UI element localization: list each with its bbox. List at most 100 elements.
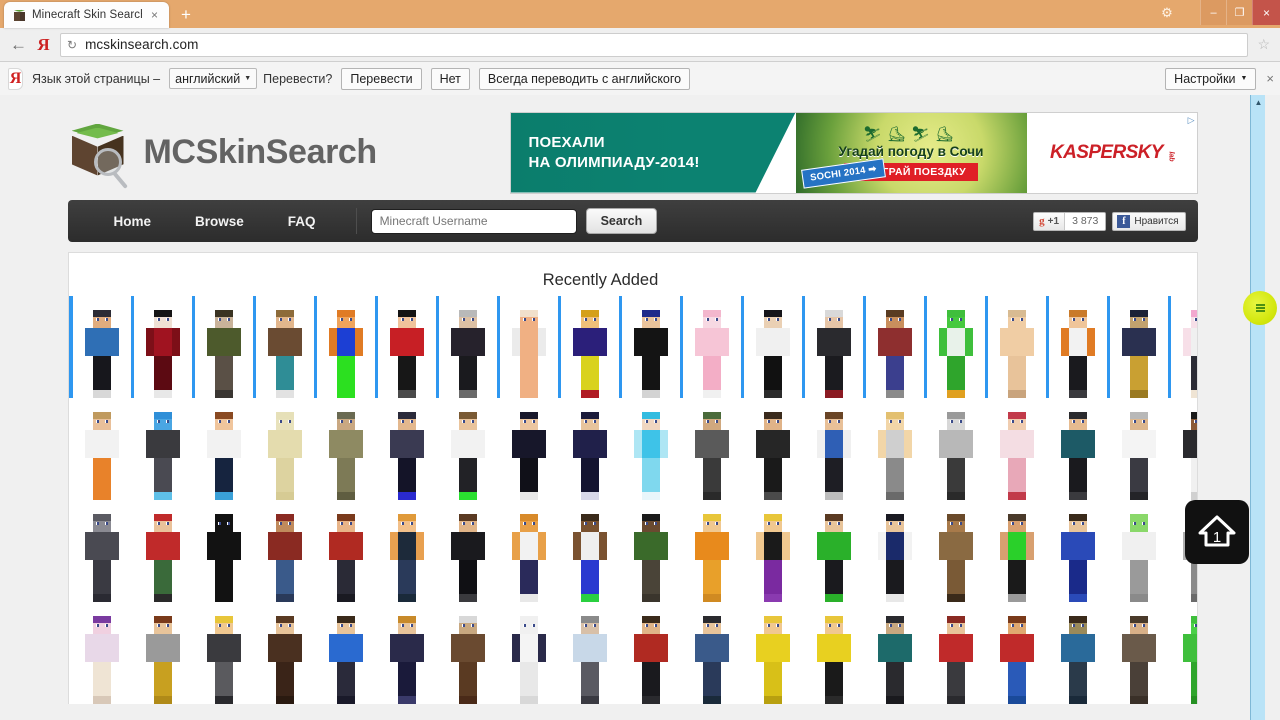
skin-thumbnail[interactable] [988, 296, 1046, 398]
skin-thumbnail[interactable] [317, 602, 375, 704]
skin-thumbnail[interactable] [927, 602, 985, 704]
translate-bar-close-icon[interactable]: × [1266, 71, 1274, 86]
skin-thumbnail[interactable] [805, 398, 863, 500]
skin-thumbnail[interactable] [622, 500, 680, 602]
skin-thumbnail[interactable] [500, 500, 558, 602]
skin-thumbnail[interactable] [134, 500, 192, 602]
skin-thumbnail[interactable] [134, 398, 192, 500]
ad-choices-icon[interactable]: ▷ [1188, 115, 1195, 126]
skin-thumbnail[interactable] [439, 398, 497, 500]
page-scrollbar[interactable]: ▲ [1243, 95, 1277, 720]
skin-thumbnail[interactable] [744, 398, 802, 500]
maximize-button[interactable]: ❐ [1226, 0, 1252, 25]
skin-thumbnail[interactable] [561, 602, 619, 704]
scroll-up-icon[interactable]: ▲ [1251, 95, 1266, 110]
skin-thumbnail[interactable] [988, 500, 1046, 602]
skin-thumbnail[interactable] [1110, 500, 1168, 602]
bookmark-star-icon[interactable]: ☆ [1257, 36, 1272, 53]
skin-thumbnail[interactable] [134, 602, 192, 704]
skin-thumbnail[interactable] [805, 296, 863, 398]
skin-thumbnail[interactable] [500, 602, 558, 704]
skin-thumbnail[interactable] [622, 296, 680, 398]
skin-thumbnail[interactable] [134, 296, 192, 398]
no-button[interactable]: Нет [430, 67, 470, 90]
skin-thumbnail[interactable] [195, 296, 253, 398]
skin-thumbnail[interactable] [744, 500, 802, 602]
url-bar[interactable]: ↻ mcskinsearch.com [60, 32, 1249, 57]
google-plus-one-button[interactable]: g +1 3 873 [1033, 211, 1107, 231]
skin-thumbnail[interactable] [1171, 398, 1197, 500]
skin-thumbnail[interactable] [1171, 602, 1197, 704]
skin-thumbnail[interactable] [927, 296, 985, 398]
skin-thumbnail[interactable] [1049, 602, 1107, 704]
skin-thumbnail[interactable] [500, 398, 558, 500]
skin-thumbnail[interactable] [1171, 296, 1197, 398]
gear-icon[interactable]: ⚙ [1152, 0, 1182, 25]
skin-thumbnail[interactable] [73, 500, 131, 602]
skin-thumbnail[interactable] [805, 500, 863, 602]
skin-thumbnail[interactable] [73, 602, 131, 704]
minimize-button[interactable]: – [1200, 0, 1226, 25]
skin-thumbnail[interactable] [561, 296, 619, 398]
skin-thumbnail[interactable] [1049, 296, 1107, 398]
skin-thumbnail[interactable] [73, 398, 131, 500]
skin-thumbnail[interactable] [622, 602, 680, 704]
skin-thumbnail[interactable] [1049, 500, 1107, 602]
skin-thumbnail[interactable] [744, 602, 802, 704]
skin-thumbnail[interactable] [1110, 296, 1168, 398]
language-select[interactable]: английский ▼ [169, 68, 258, 89]
skin-thumbnail[interactable] [256, 296, 314, 398]
skin-thumbnail[interactable] [561, 398, 619, 500]
skin-thumbnail[interactable] [317, 398, 375, 500]
skin-thumbnail[interactable] [866, 398, 924, 500]
search-button[interactable]: Search [585, 208, 658, 234]
skin-thumbnail[interactable] [317, 296, 375, 398]
skin-thumbnail[interactable] [317, 500, 375, 602]
back-arrow-icon[interactable]: ← [10, 35, 27, 55]
skin-thumbnail[interactable] [683, 602, 741, 704]
skin-thumbnail[interactable] [1049, 398, 1107, 500]
skin-thumbnail[interactable] [683, 398, 741, 500]
reload-icon[interactable]: ↻ [67, 38, 77, 52]
skin-thumbnail[interactable] [988, 398, 1046, 500]
skin-thumbnail[interactable] [439, 500, 497, 602]
skin-thumbnail[interactable] [500, 296, 558, 398]
skin-thumbnail[interactable] [683, 296, 741, 398]
browser-tab-active[interactable]: Minecraft Skin Search × [4, 2, 169, 28]
search-input[interactable] [370, 208, 577, 234]
skin-thumbnail[interactable] [683, 500, 741, 602]
skin-thumbnail[interactable] [378, 500, 436, 602]
skin-thumbnail[interactable] [378, 398, 436, 500]
site-logo[interactable]: MCSkinSearch [68, 122, 508, 189]
skin-thumbnail[interactable] [622, 398, 680, 500]
new-tab-button[interactable]: + [171, 3, 201, 27]
skin-thumbnail[interactable] [1110, 398, 1168, 500]
skin-thumbnail[interactable] [866, 602, 924, 704]
skin-thumbnail[interactable] [195, 398, 253, 500]
skin-thumbnail[interactable] [866, 500, 924, 602]
skin-thumbnail[interactable] [378, 602, 436, 704]
skin-thumbnail[interactable] [805, 602, 863, 704]
yandex-logo-icon[interactable]: Я [36, 35, 51, 55]
skin-thumbnail[interactable] [988, 602, 1046, 704]
skin-thumbnail[interactable] [195, 500, 253, 602]
skin-thumbnail[interactable] [866, 296, 924, 398]
skin-thumbnail[interactable] [927, 500, 985, 602]
back-to-top-button[interactable]: 1 [1185, 500, 1249, 564]
banner-ad[interactable]: ПОЕХАЛИ НА ОЛИМПИАДУ-2014! ⛷⛸⛷⛸ Угадай п… [509, 111, 1198, 194]
always-translate-button[interactable]: Всегда переводить с английского [478, 67, 691, 90]
skin-thumbnail[interactable] [73, 296, 131, 398]
skin-thumbnail[interactable] [378, 296, 436, 398]
skin-thumbnail[interactable] [927, 398, 985, 500]
skin-thumbnail[interactable] [195, 602, 253, 704]
translate-settings-button[interactable]: Настройки ▼ [1165, 67, 1257, 90]
close-icon[interactable]: × [148, 9, 161, 21]
skin-thumbnail[interactable] [561, 500, 619, 602]
nav-browse[interactable]: Browse [173, 214, 266, 229]
nav-faq[interactable]: FAQ [266, 214, 338, 229]
skin-thumbnail[interactable] [744, 296, 802, 398]
nav-home[interactable]: Home [92, 214, 174, 229]
close-window-button[interactable]: × [1252, 0, 1280, 25]
skin-thumbnail[interactable] [439, 602, 497, 704]
skin-thumbnail[interactable] [256, 398, 314, 500]
